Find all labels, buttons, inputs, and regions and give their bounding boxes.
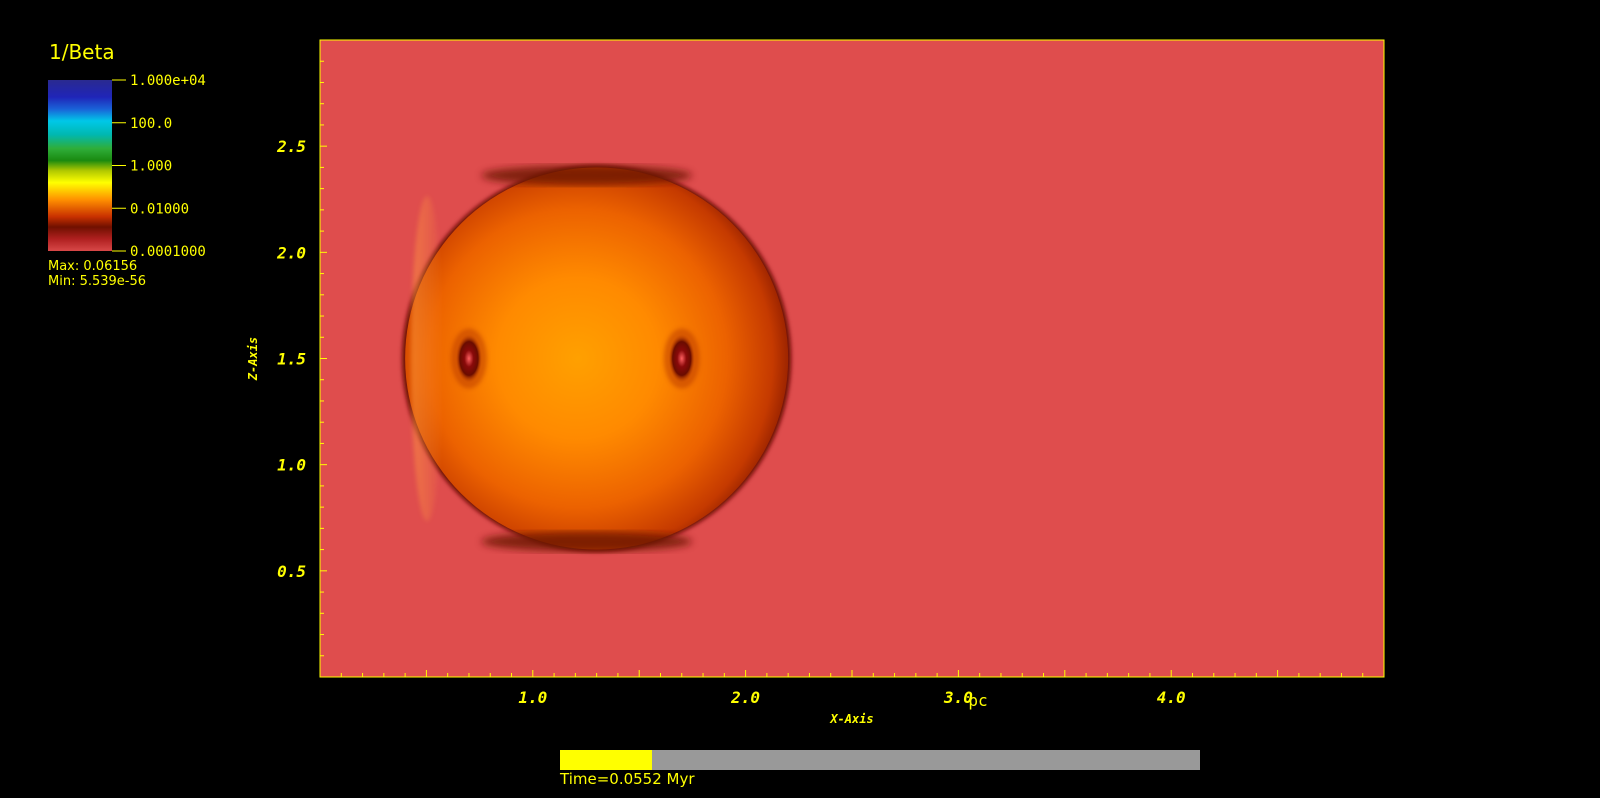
- bubble-bottom-cap: [481, 531, 692, 552]
- bubble-left-rim: [411, 196, 444, 521]
- y-tick-label: 2.5: [276, 137, 306, 156]
- visualization-window: 1/Beta 1.000e+04 100.0 1.000 0.01000 0.00: [0, 0, 1600, 798]
- y-tick-label: 2.0: [276, 243, 306, 262]
- time-progress-fill: [560, 750, 653, 770]
- time-progress-bar[interactable]: [560, 750, 1200, 770]
- bubble: [402, 165, 792, 552]
- unit-label: pc: [968, 691, 987, 710]
- dark-spot-1: [455, 334, 482, 383]
- dark-spot-2: [668, 334, 695, 383]
- x-tick-label: 1.0: [518, 688, 547, 707]
- y-tick-label: 0.5: [277, 562, 306, 581]
- y-tick-label: 1.5: [277, 350, 306, 369]
- time-label: Time=0.0552 Myr: [560, 770, 695, 788]
- y-tick-label: 1.0: [277, 456, 306, 475]
- plot-area: 1.0 2.0 3.0 4.00.51.01.52.02.5X-AxisZ-Axisp…: [246, 39, 1385, 726]
- x-axis-title: X-Axis: [829, 712, 873, 726]
- x-tick-label: 4.0: [1157, 688, 1186, 707]
- y-axis-title: Z-Axis: [246, 337, 260, 381]
- x-tick-label: 2.0: [730, 688, 760, 707]
- bubble-top-cap: [481, 165, 692, 186]
